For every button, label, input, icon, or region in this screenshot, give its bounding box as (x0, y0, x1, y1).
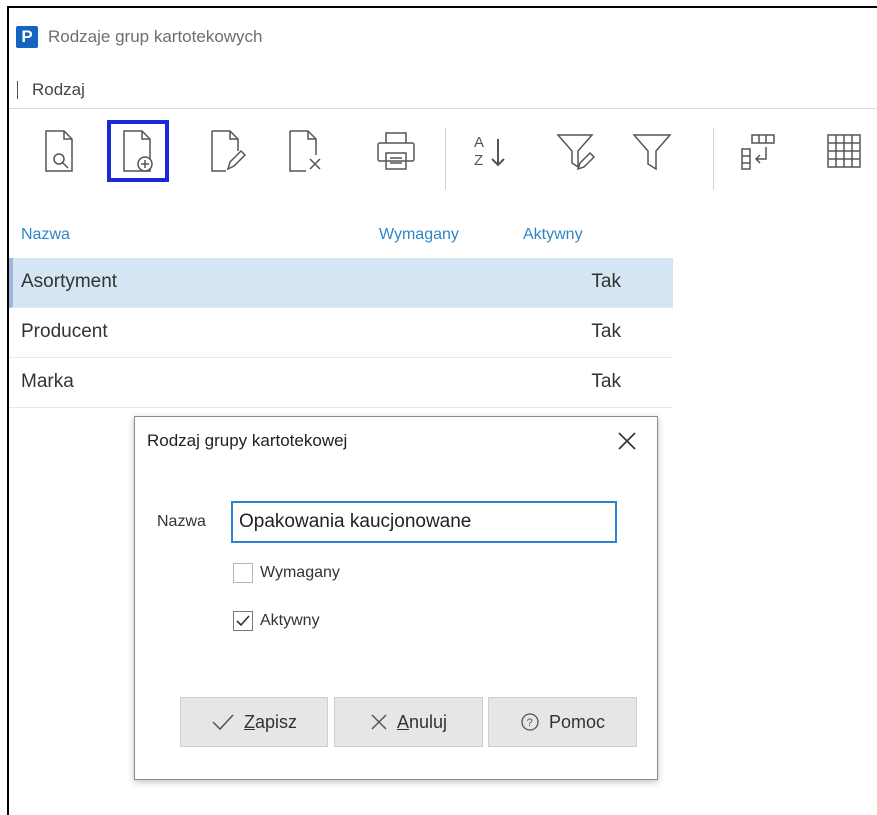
check-icon (236, 615, 250, 627)
menu-item-rodzaj[interactable]: Rodzaj (32, 80, 85, 100)
required-checkbox[interactable]: Wymagany (233, 563, 340, 583)
grid-button[interactable] (813, 120, 875, 182)
filter-edit-button[interactable] (545, 120, 607, 182)
svg-text:?: ? (527, 717, 533, 729)
cell-active: Tak (591, 271, 621, 292)
add-button[interactable] (107, 120, 169, 182)
svg-text:A: A (474, 134, 484, 151)
toolbar-separator (445, 128, 446, 190)
sort-az-icon: A Z (474, 134, 505, 169)
document-add-icon (123, 130, 153, 172)
table-row[interactable]: Marka Tak (9, 358, 673, 408)
menu-bar: Rodzaj (9, 74, 85, 106)
edit-button[interactable] (195, 120, 257, 182)
help-button[interactable]: ? Pomoc (488, 697, 637, 747)
active-checkbox-label: Aktywny (260, 612, 320, 629)
svg-text:Z: Z (474, 152, 483, 169)
window-title: Rodzaje grup kartotekowych (48, 27, 263, 46)
save-button[interactable]: Zapisz (180, 697, 328, 747)
app-logo-icon: P (16, 26, 38, 48)
column-header-name[interactable]: Nazwa (21, 226, 70, 244)
close-icon (618, 432, 636, 450)
cell-active: Tak (591, 321, 621, 342)
table-row[interactable]: Producent Tak (9, 308, 673, 358)
columns-button[interactable] (727, 120, 789, 182)
name-label: Nazwa (157, 513, 206, 530)
data-grid: Nazwa Wymagany Aktywny Asortyment Tak Pr… (9, 218, 673, 408)
cell-active: Tak (591, 371, 621, 392)
sort-button[interactable]: A Z (459, 120, 521, 182)
title-bar: P Rodzaje grup kartotekowych (9, 8, 877, 70)
active-checkbox[interactable]: Aktywny (233, 611, 320, 631)
document-preview-icon (45, 130, 73, 172)
delete-button[interactable] (273, 120, 335, 182)
help-button-label: Pomoc (548, 711, 606, 732)
cancel-icon (371, 714, 387, 730)
filter-icon (632, 134, 672, 171)
required-checkbox-label: Wymagany (260, 564, 340, 581)
close-button[interactable] (613, 427, 641, 455)
menu-separator (17, 81, 18, 99)
dialog-title: Rodzaj grupy kartotekowej (147, 431, 348, 450)
cancel-button[interactable]: Anuluj (334, 697, 483, 747)
cancel-button-label: Anuluj (396, 711, 448, 732)
active-checkbox-box[interactable] (233, 611, 253, 631)
help-icon: ? (521, 713, 539, 731)
cell-name: Marka (21, 371, 74, 392)
preview-button[interactable] (29, 120, 91, 182)
filter-edit-icon (556, 134, 596, 171)
filter-button[interactable] (621, 120, 683, 182)
column-header-required[interactable]: Wymagany (379, 226, 459, 244)
cell-name: Asortyment (21, 271, 118, 292)
check-icon (212, 714, 234, 731)
column-select-icon (741, 134, 775, 170)
printer-icon (377, 132, 415, 170)
document-edit-icon (211, 130, 247, 172)
column-header-active[interactable]: Aktywny (523, 226, 583, 244)
grid-icon (827, 134, 861, 168)
toolbar-divider (9, 108, 877, 109)
required-checkbox-box[interactable] (233, 563, 253, 583)
name-input[interactable] (231, 501, 617, 543)
print-button[interactable] (365, 120, 427, 182)
table-row[interactable]: Asortyment Tak (9, 258, 673, 308)
toolbar-separator (713, 128, 714, 190)
edit-dialog: Rodzaj grupy kartotekowej Nazwa Wymagany… (134, 416, 658, 780)
document-delete-icon (289, 130, 321, 172)
cell-name: Producent (21, 321, 108, 342)
toolbar: A Z (9, 112, 877, 198)
grid-header: Nazwa Wymagany Aktywny (9, 218, 673, 258)
save-button-label: Zapisz (243, 711, 298, 732)
